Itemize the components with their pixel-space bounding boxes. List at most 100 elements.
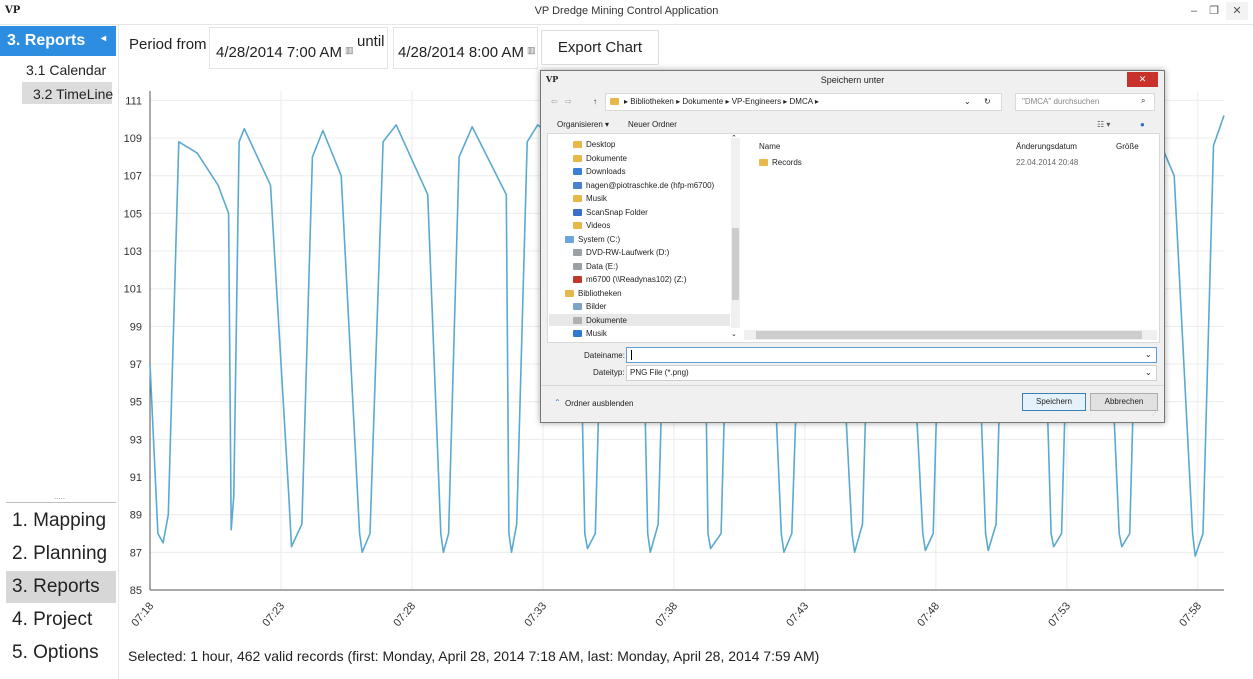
list-hscrollbar[interactable] [744,330,1157,340]
tree-item-label: Videos [586,221,611,230]
y-tick-label: 97 [130,359,142,371]
tree-item[interactable]: hagen@piotraschke.de (hfp-m6700) [549,179,730,191]
breadcrumb: ▸ Bibliotheken ▸ Dokumente ▸ VP-Engineer… [624,97,819,106]
browser-panes: Desktop Dokumente Downloads hagen@piotrasch… [547,133,1160,343]
x-tick-label: 07:58 [1177,600,1204,629]
back-arrow-icon[interactable]: ⇦ [551,97,558,106]
column-header-date[interactable]: Änderungsdatum [1016,142,1077,151]
save-button[interactable]: Speichern [1022,393,1086,411]
breadcrumb-item[interactable]: Bibliotheken [630,97,674,106]
dvd-icon [573,249,582,256]
filename-label: Dateiname: [584,351,625,360]
tree-item-label: Data (E:) [586,261,619,271]
chevron-up-circle-icon[interactable]: ⌃ [554,398,561,407]
scroll-up-icon[interactable]: ⌃ [731,134,737,142]
column-header-name[interactable]: Name [759,142,780,151]
x-tick-label: 07:43 [784,600,811,629]
tree-item-label: Downloads [586,167,626,176]
y-tick-label: 111 [125,95,142,107]
cancel-button[interactable]: Abbrechen [1090,393,1158,411]
filetype-label: Dateityp: [593,368,625,377]
tree-item[interactable]: ScanSnap Folder [549,206,730,218]
tree-item-label: Dokumente [586,315,627,325]
search-box[interactable]: "DMCA" durchsuchen ⌕ [1015,93,1155,111]
folder-tree[interactable]: Desktop Dokumente Downloads hagen@piotrasch… [548,134,740,338]
save-dialog: VP Speichern unter ✕ ⇦ ⇨ ↑ ▸ Bibliotheke… [540,70,1165,423]
filename-input[interactable]: ⌄ [626,347,1157,363]
address-bar[interactable]: ▸ Bibliotheken ▸ Dokumente ▸ VP-Engineer… [605,93,1002,111]
organize-menu[interactable]: Organisieren ▾ [557,120,609,129]
resize-grip-icon[interactable]: ⋰ [1152,409,1159,417]
y-tick-label: 107 [124,171,142,183]
tree-item[interactable]: Dokumente [549,152,730,164]
tree-item[interactable]: Bilder [549,300,730,312]
tree-scrollbar[interactable] [731,138,740,328]
tree-item[interactable]: Downloads [549,165,730,177]
chevron-down-icon[interactable]: ⌄ [1145,350,1152,359]
tree-item[interactable]: Dokumente [549,313,730,326]
column-header-size[interactable]: Größe [1116,142,1139,151]
refresh-icon[interactable]: ↻ [984,97,991,106]
tree-item[interactable]: Musik [549,192,730,204]
tree-item-label: Desktop [586,140,616,149]
tree-item-label: System (C:) [578,234,621,244]
tree-item[interactable]: Desktop [549,138,730,150]
address-dropdown-icon[interactable]: ⌄ [964,97,971,106]
y-tick-label: 103 [124,246,142,258]
hide-folders-toggle[interactable]: Ordner ausblenden [565,399,634,408]
up-arrow-icon[interactable]: ↑ [593,97,597,106]
help-icon[interactable]: ● [1140,120,1145,129]
music-icon [573,330,582,337]
list-item[interactable]: Records 22.04.2014 20:48 [755,156,1150,168]
new-folder-button[interactable]: Neuer Ordner [628,120,677,129]
tree-item-label: DVD-RW-Laufwerk (D:) [586,248,670,257]
y-tick-label: 99 [130,321,142,333]
folder-icon [759,159,768,166]
breadcrumb-item[interactable]: Dokumente [682,97,723,106]
y-tick-label: 105 [124,208,142,220]
tree-item[interactable]: Bibliotheken [549,287,730,299]
tree-item-label: Dokumente [586,153,627,163]
tree-item[interactable]: System (C:) [549,233,730,245]
y-tick-label: 87 [130,547,142,559]
y-tick-label: 109 [124,133,142,145]
search-placeholder: "DMCA" durchsuchen [1022,97,1100,106]
view-options-icon[interactable]: ☷ ▾ [1097,120,1110,129]
x-tick-label: 07:38 [653,600,680,629]
tree-item[interactable]: Videos [549,219,730,231]
tree-item-label: m6700 (\\Readynas102) (Z:) [586,275,687,284]
breadcrumb-item[interactable]: VP-Engineers [732,97,781,106]
list-scroll-thumb[interactable] [756,331,1142,339]
document-icon [573,316,582,324]
tree-scroll-thumb[interactable] [732,228,739,300]
search-icon[interactable]: ⌕ [1141,96,1145,106]
tree-item-label: Musik [586,194,607,203]
dialog-title: Speichern unter [820,75,885,85]
x-tick-label: 07:28 [391,600,418,629]
tree-item-label: Bibliotheken [578,288,622,298]
file-date: 22.04.2014 20:48 [1016,158,1079,167]
y-tick-label: 91 [130,472,142,484]
filetype-select[interactable]: PNG File (*.png) ⌄ [626,365,1157,381]
tree-item[interactable]: DVD-RW-Laufwerk (D:) [549,246,730,258]
drive-icon [573,262,582,270]
file-name: Records [772,158,802,167]
chevron-down-icon[interactable]: ⌄ [1145,368,1152,377]
scroll-down-icon[interactable]: ⌄ [731,330,737,338]
user-icon [573,181,582,189]
folder-icon [610,98,619,105]
breadcrumb-item[interactable]: DMCA [790,97,813,106]
forward-arrow-icon[interactable]: ⇨ [565,97,572,106]
y-tick-label: 101 [124,284,142,296]
scanner-icon [573,208,582,216]
tree-item[interactable]: m6700 (\\Readynas102) (Z:) [549,273,730,285]
tree-item[interactable]: Musik [549,327,730,339]
save-button-label: Speichern [1035,397,1073,406]
tree-item[interactable]: Data (E:) [549,260,730,272]
folder-icon [573,154,582,162]
status-text: Selected: 1 hour, 462 valid records (fir… [128,648,820,664]
dialog-close-button[interactable]: ✕ [1127,72,1158,87]
filetype-value: PNG File (*.png) [630,368,689,377]
x-tick-label: 07:48 [915,600,942,629]
cancel-button-label: Abbrechen [1104,397,1144,406]
